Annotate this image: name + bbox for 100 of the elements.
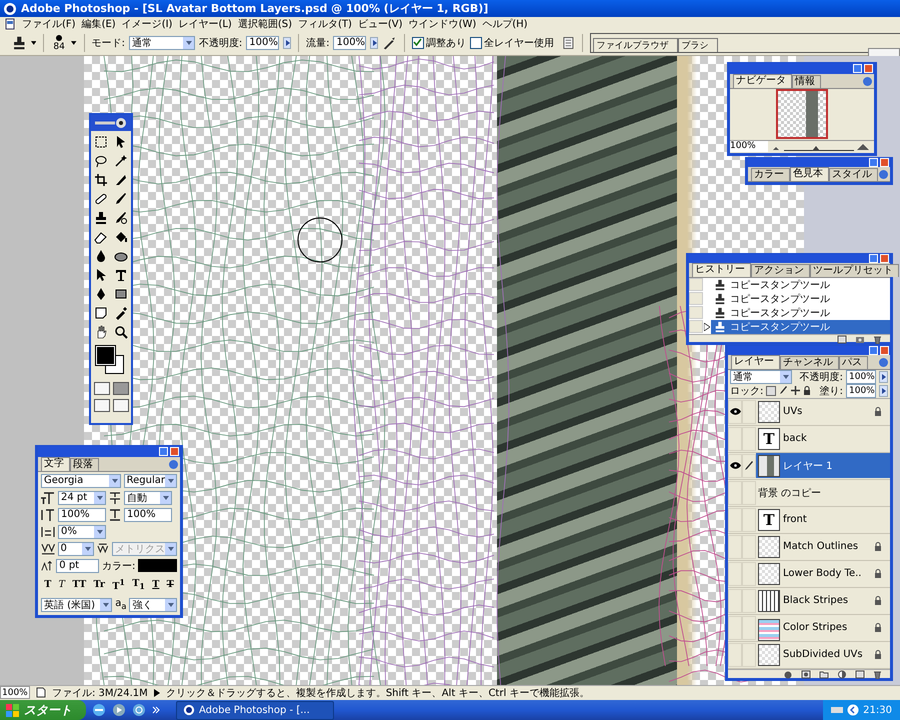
screen-mode-button[interactable] [94,398,110,412]
padlock-icon[interactable] [803,386,812,396]
slider-arrow-button[interactable] [370,36,378,49]
palette-tab[interactable]: ブラシ [678,38,718,52]
text-style-button[interactable]: T$_{1}$ [132,578,145,592]
layer-row[interactable]: SubDivided UVs [756,642,890,668]
palette-tab[interactable]: スタイル [829,168,878,181]
start-button[interactable]: スタート [0,700,86,720]
layer-row[interactable]: Black Stripes [756,588,890,614]
link-toggle[interactable] [742,642,756,667]
rectangle-icon[interactable] [114,286,128,301]
text-style-button[interactable]: T$^{1}$ [112,578,125,592]
opacity-field[interactable]: 100% [246,36,279,50]
minimize-button[interactable] [159,446,168,456]
text-style-button[interactable]: TT [72,579,86,590]
link-toggle[interactable] [742,400,756,424]
layer-row[interactable]: Match Outlines [756,534,890,560]
palette-tab[interactable]: ナビゲータ [733,74,792,88]
palette-menu-button[interactable] [879,170,888,179]
leading-dropdown[interactable]: 自動 [124,490,172,505]
marquee-icon[interactable] [94,134,108,149]
palette-tab[interactable]: アクション [751,264,810,277]
minimize-button[interactable] [869,254,878,263]
close-button[interactable] [864,64,873,73]
visibility-toggle[interactable] [728,642,742,667]
pen-icon[interactable] [94,286,108,301]
menu-item[interactable]: ビュー(V) [358,17,403,32]
palette-tab[interactable]: カラー [751,168,790,181]
visibility-toggle[interactable] [728,562,742,586]
slider-arrow-button[interactable] [879,370,888,383]
close-button[interactable] [880,254,889,263]
visibility-toggle[interactable] [728,508,742,532]
visibility-toggle[interactable] [728,454,742,478]
camera-icon[interactable] [855,334,865,344]
menu-item[interactable]: ウインドウ(W) [408,17,476,32]
menu-item[interactable]: ファイル(F) [22,17,76,32]
layer-row[interactable]: レイヤー 1 [756,453,890,478]
palette-tab[interactable]: ツールプリセット [810,264,899,277]
palette-tab[interactable]: ヒストリー [692,262,751,277]
visibility-toggle[interactable] [728,400,742,424]
zoom-field[interactable]: 100% [0,686,30,700]
trash-icon[interactable] [873,334,882,344]
eye-icon[interactable] [730,408,740,416]
minimize-button[interactable] [869,346,878,355]
screen-mode-button[interactable] [112,398,128,412]
visibility-toggle[interactable] [728,534,742,559]
language-dropdown[interactable]: 英語 (米国) [41,598,112,612]
palette-tab[interactable]: チャンネル [780,356,839,369]
layer-row[interactable]: 背景 のコピー [756,480,890,506]
layer-row[interactable]: UVs [756,399,890,424]
link-toggle[interactable] [742,562,756,586]
magnifier-icon[interactable] [114,324,128,339]
opacity-field[interactable]: 100% [846,370,876,384]
font-family-dropdown[interactable]: Georgia [41,474,121,488]
layer-row[interactable]: Lower Body Te.. [756,561,890,586]
link-toggle[interactable] [742,426,756,451]
font-style-dropdown[interactable]: Regular [124,474,177,488]
new-document-icon[interactable] [837,334,847,344]
flow-field[interactable]: 100% [333,36,366,50]
palette-tab[interactable]: 情報 [792,74,821,88]
airbrush-icon[interactable] [382,34,397,51]
history-item[interactable]: コピースタンプツール [711,320,890,334]
palette-tab[interactable]: 段落 [70,458,99,471]
horizontal-scale-field[interactable]: 100% [124,508,172,522]
brush-icon[interactable] [779,386,788,396]
foreground-color-swatch[interactable] [96,346,115,365]
eye-icon[interactable] [730,462,740,470]
eyedropper-icon[interactable] [114,306,128,320]
link-toggle[interactable] [742,454,756,478]
close-button[interactable] [880,346,889,355]
slider-arrow-button[interactable] [282,36,292,49]
palette-tab[interactable]: 文字 [41,456,70,471]
brush-icon[interactable] [744,460,754,471]
zoom-in-icon[interactable] [856,142,870,151]
menu-item[interactable]: フィルタ(T) [298,17,352,32]
menu-item[interactable]: レイヤー(L) [178,17,232,32]
font-size-dropdown[interactable]: 24 pt [58,490,106,505]
history-item[interactable]: コピースタンプツール [711,278,890,292]
expand-tray-icon[interactable] [847,704,860,716]
text-color-swatch[interactable] [138,559,177,572]
checkbox-label[interactable]: 調整あり [426,36,466,50]
close-button[interactable] [880,158,889,167]
mask-icon[interactable] [801,670,811,679]
link-toggle[interactable] [742,508,756,532]
menu-item[interactable]: 選択範囲(S) [238,17,292,32]
baseline-shift-field[interactable]: 0 pt [56,558,99,573]
palette-tab[interactable]: ファイルブラウザ [592,38,678,52]
vertical-scale-field[interactable]: 100% [58,508,106,522]
link-toggle[interactable] [742,616,756,640]
caret-icon[interactable] [30,40,36,45]
quick-mask-button[interactable] [112,382,128,395]
text-style-button[interactable]: T [152,579,160,590]
stamp-icon[interactable] [94,210,108,225]
drop-icon[interactable] [94,248,108,263]
palette-menu-button[interactable] [169,460,178,469]
link-toggle[interactable] [742,480,756,505]
magic-wand-icon[interactable] [114,154,128,168]
palette-well-icon[interactable] [562,36,575,50]
blend-mode-dropdown[interactable]: 通常 [730,370,792,384]
caret-icon[interactable] [71,40,77,45]
